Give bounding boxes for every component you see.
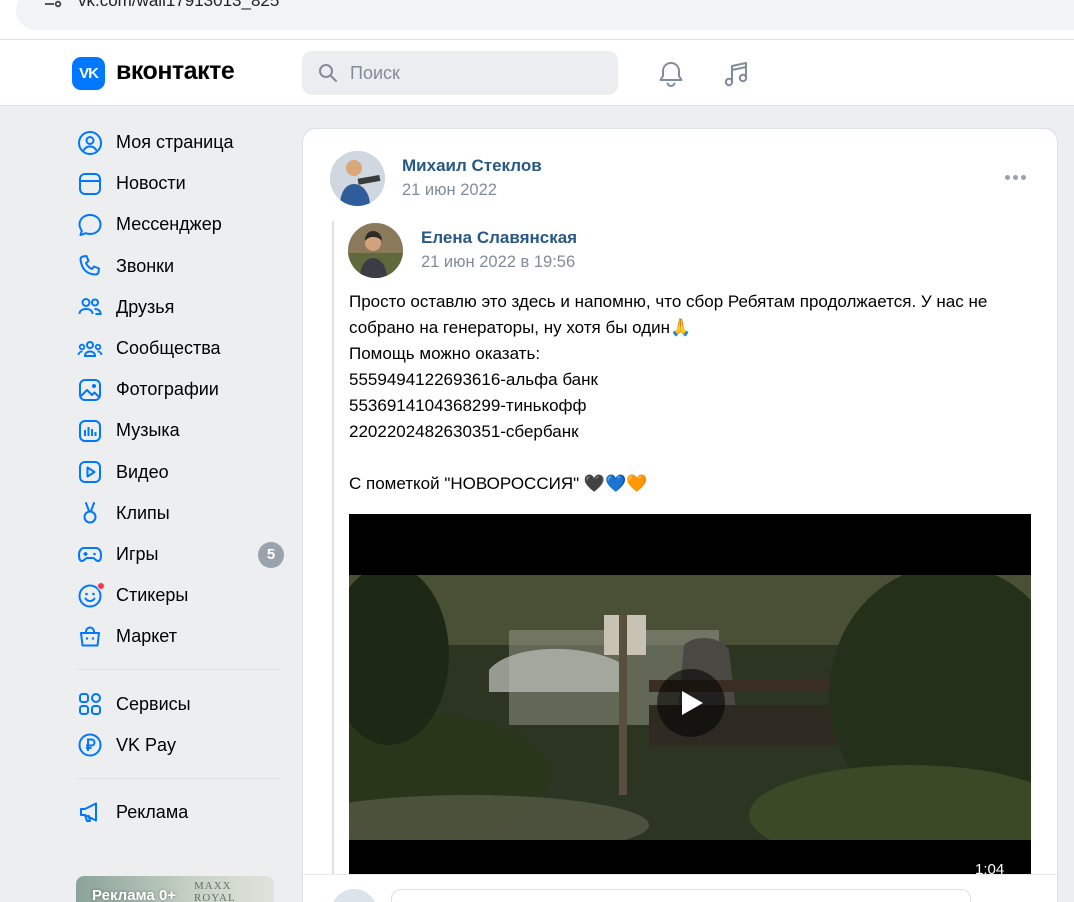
comment-row bbox=[303, 874, 1057, 902]
post-date[interactable]: 21 июн 2022 bbox=[402, 181, 497, 200]
music-icon bbox=[76, 417, 104, 445]
comment-input[interactable] bbox=[391, 889, 971, 902]
nav-label: Клипы bbox=[116, 502, 170, 523]
search-box[interactable] bbox=[302, 51, 618, 95]
nav-label: Звонки bbox=[116, 255, 175, 276]
post-text-line: собрано на генераторы, ну хотя бы один🙏 bbox=[349, 318, 692, 337]
ad-banner[interactable]: Реклама 0+ MAXX ROYAL bbox=[76, 876, 274, 902]
clips-icon bbox=[76, 499, 104, 527]
nav-label: Стикеры bbox=[116, 585, 189, 606]
nav-item-friends[interactable]: Друзья bbox=[72, 287, 287, 328]
ad-brand: MAXX ROYAL bbox=[194, 880, 236, 902]
gamepad-icon bbox=[76, 540, 104, 568]
search-icon bbox=[319, 64, 337, 82]
url-text: vk.com/wall17913013_825 bbox=[78, 0, 280, 10]
nav-item-games[interactable]: Игры 5 bbox=[72, 534, 287, 575]
repost-author-avatar[interactable] bbox=[348, 223, 403, 278]
nav-item-my-page[interactable]: Моя страница bbox=[72, 122, 287, 163]
site-settings-icon[interactable] bbox=[42, 0, 64, 9]
photo-icon bbox=[76, 376, 104, 404]
music-note-icon[interactable] bbox=[720, 58, 752, 90]
nav-label: Маркет bbox=[116, 626, 177, 647]
nav-label: Мессенджер bbox=[116, 214, 222, 235]
nav-item-calls[interactable]: Звонки bbox=[72, 246, 287, 287]
nav-item-music[interactable]: Музыка bbox=[72, 410, 287, 451]
communities-icon bbox=[76, 335, 104, 363]
user-circle-icon bbox=[76, 129, 104, 157]
vkpay-icon bbox=[76, 731, 104, 759]
bell-icon[interactable] bbox=[655, 58, 687, 90]
games-count-badge: 5 bbox=[258, 541, 284, 568]
vk-brand-name[interactable]: вконтакте bbox=[116, 57, 235, 86]
post-text-line bbox=[349, 445, 1039, 471]
search-input[interactable] bbox=[350, 51, 600, 95]
repost-indent-line bbox=[332, 221, 334, 902]
post-text-line: Просто оставлю это здесь и напомню, что … bbox=[349, 292, 988, 311]
browser-address-bar: vk.com/wall17913013_825 bbox=[0, 0, 1074, 40]
nav-label: Сообщества bbox=[116, 338, 221, 359]
post-text-line: 5559494122693616-альфа банк bbox=[349, 370, 598, 389]
nav-label: Новости bbox=[116, 173, 186, 194]
notification-dot bbox=[97, 581, 105, 590]
nav-item-news[interactable]: Новости bbox=[72, 163, 287, 204]
vk-logo[interactable]: VK bbox=[72, 57, 105, 90]
nav-label: VK Pay bbox=[116, 734, 177, 755]
video-player[interactable]: 1:04 bbox=[349, 514, 1031, 884]
left-navigation: Моя страница Новости Мессенджер Звонки Д… bbox=[72, 122, 287, 833]
nav-item-stickers[interactable]: Стикеры bbox=[72, 575, 287, 616]
post-text-line: Помощь можно оказать: bbox=[349, 344, 541, 363]
nav-label: Фотографии bbox=[116, 379, 219, 400]
nav-label: Игры bbox=[116, 543, 159, 564]
post-text-line: С пометкой "НОВОРОССИЯ" 🖤💙🧡 bbox=[349, 474, 648, 493]
nav-divider bbox=[76, 777, 281, 779]
nav-item-video[interactable]: Видео bbox=[72, 452, 287, 493]
nav-item-photos[interactable]: Фотографии bbox=[72, 369, 287, 410]
nav-item-vk-pay[interactable]: VK Pay bbox=[72, 725, 287, 766]
nav-item-ads[interactable]: Реклама bbox=[72, 792, 287, 833]
nav-item-services[interactable]: Сервисы bbox=[72, 683, 287, 724]
url-field[interactable]: vk.com/wall17913013_825 bbox=[16, 0, 1074, 30]
current-user-avatar[interactable] bbox=[331, 889, 377, 902]
sticker-icon bbox=[76, 581, 105, 610]
post-text-line: 5536914104368299-тинькофф bbox=[349, 396, 587, 415]
play-icon[interactable] bbox=[657, 669, 725, 737]
nav-label: Моя страница bbox=[116, 132, 234, 153]
friends-icon bbox=[76, 293, 104, 321]
post-text: Просто оставлю это здесь и напомню, что … bbox=[349, 289, 1039, 497]
services-icon bbox=[76, 690, 104, 718]
site-header: VK вконтакте bbox=[0, 40, 1074, 106]
ad-label: Реклама 0+ bbox=[92, 887, 177, 902]
nav-item-communities[interactable]: Сообщества bbox=[72, 328, 287, 369]
megaphone-icon bbox=[76, 798, 104, 826]
news-icon bbox=[76, 170, 104, 198]
phone-icon bbox=[76, 252, 104, 280]
wall-post: Михаил Стеклов 21 июн 2022 Елена Славянс… bbox=[302, 128, 1058, 902]
market-icon bbox=[76, 623, 104, 651]
nav-divider bbox=[76, 669, 281, 671]
author-avatar[interactable] bbox=[330, 151, 385, 206]
video-icon bbox=[76, 458, 104, 486]
author-name[interactable]: Михаил Стеклов bbox=[402, 156, 542, 176]
nav-label: Музыка bbox=[116, 420, 180, 441]
nav-label: Реклама bbox=[116, 801, 189, 822]
nav-item-market[interactable]: Маркет bbox=[72, 616, 287, 657]
nav-item-clips[interactable]: Клипы bbox=[72, 493, 287, 534]
nav-item-messenger[interactable]: Мессенджер bbox=[72, 204, 287, 245]
nav-label: Видео bbox=[116, 461, 169, 482]
nav-label: Сервисы bbox=[116, 693, 191, 714]
repost-author-name[interactable]: Елена Славянская bbox=[421, 228, 577, 248]
repost-date[interactable]: 21 июн 2022 в 19:56 bbox=[421, 253, 575, 272]
nav-label: Друзья bbox=[116, 296, 175, 317]
message-icon bbox=[76, 211, 104, 239]
more-options-icon[interactable] bbox=[1000, 167, 1030, 187]
post-text-line: 2202202482630351-сбербанк bbox=[349, 422, 579, 441]
